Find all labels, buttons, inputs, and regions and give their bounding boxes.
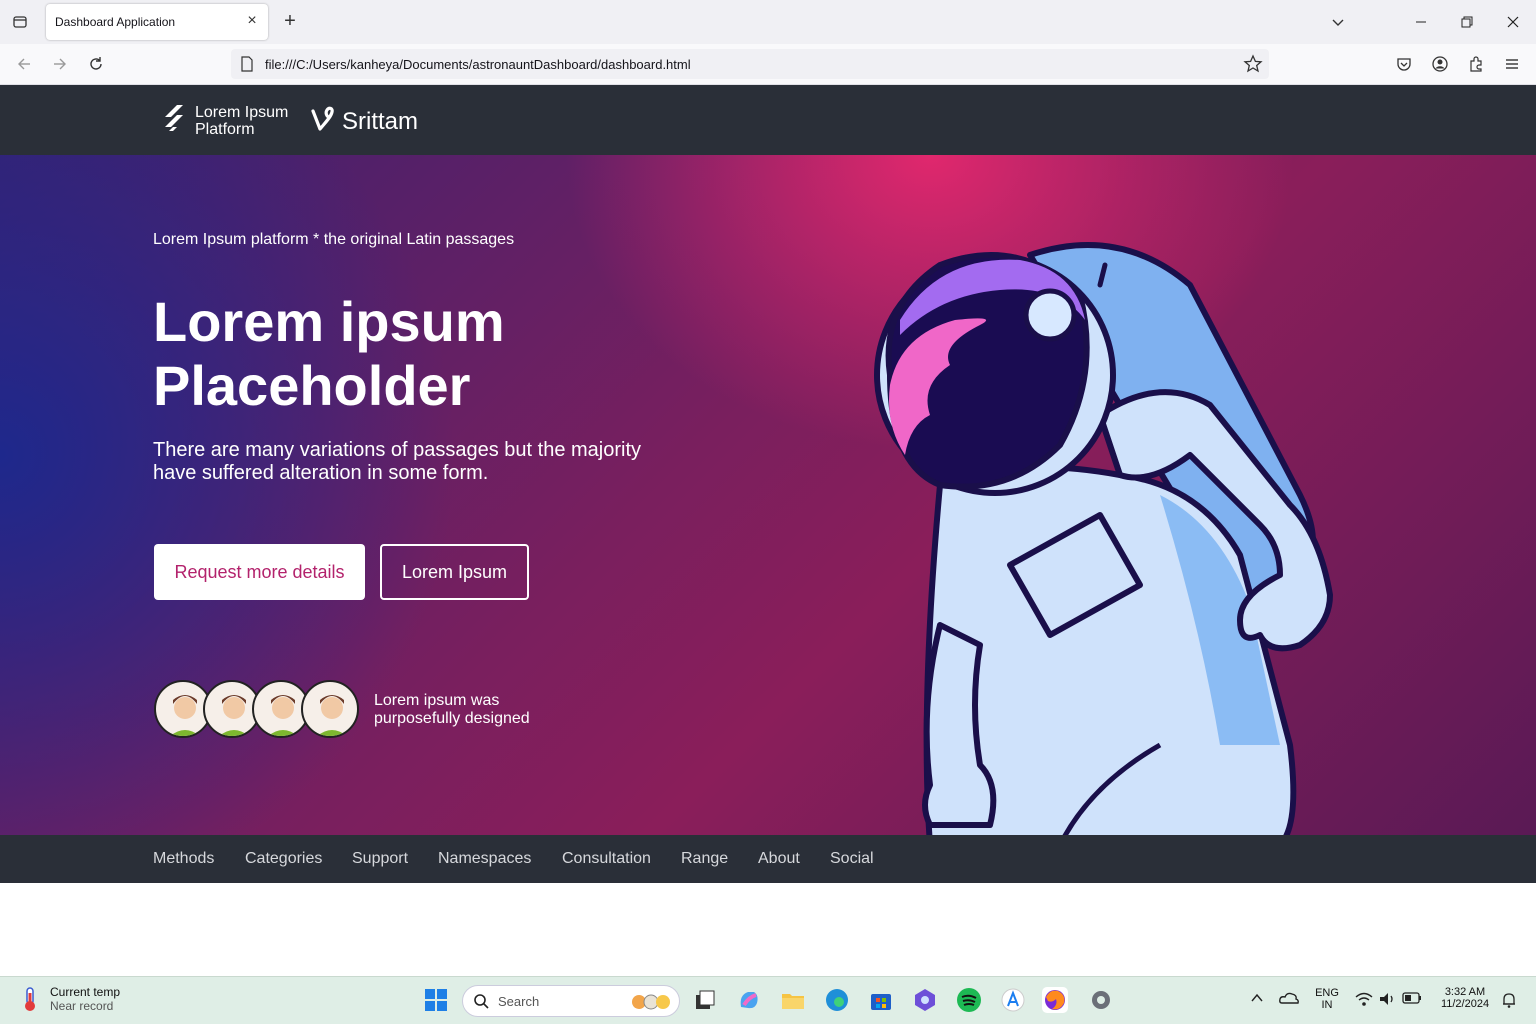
lorem-ipsum-button[interactable]: Lorem Ipsum (380, 544, 529, 600)
volume-icon[interactable] (1378, 991, 1398, 1009)
srittam-logo-icon (310, 105, 336, 138)
app-store-icon[interactable] (1000, 987, 1026, 1013)
nav-link-social[interactable]: Social (830, 850, 874, 868)
minimize-icon[interactable] (1409, 10, 1433, 34)
forward-icon[interactable] (48, 52, 72, 76)
nav-link-support[interactable]: Support (352, 850, 408, 868)
page-icon (240, 56, 254, 77)
nav-link-range[interactable]: Range (681, 850, 728, 868)
account-icon[interactable] (1428, 52, 1452, 76)
weather-widget[interactable]: Current temp Near record (20, 985, 120, 1018)
edge-icon[interactable] (824, 987, 850, 1013)
avatar-caption: Lorem ipsum was purposefully designed (374, 692, 530, 727)
close-window-icon[interactable] (1501, 10, 1525, 34)
chevron-up-icon[interactable] (1248, 989, 1266, 1007)
hero-kicker: Lorem Ipsum platform * the original Lati… (153, 231, 515, 248)
reload-icon[interactable] (84, 52, 108, 76)
nav-link-consultation[interactable]: Consultation (562, 850, 651, 868)
url-text[interactable]: file:///C:/Users/kanheya/Documents/astro… (265, 57, 691, 72)
clipchamp-icon[interactable] (912, 987, 938, 1013)
thermometer-icon (20, 985, 40, 1018)
windows-start-icon[interactable] (423, 987, 449, 1013)
search-highlight-icon (629, 991, 673, 1018)
nav-link-namespaces[interactable]: Namespaces (438, 850, 531, 868)
clock[interactable]: 3:32 AM 11/2/2024 (1432, 986, 1498, 1010)
battery-icon[interactable] (1402, 991, 1424, 1009)
nav-link-methods[interactable]: Methods (153, 850, 214, 868)
site-header: Lorem Ipsum Platform Srittam (0, 85, 1536, 155)
logo-text-srittam: Srittam (342, 107, 419, 135)
avatar (301, 680, 359, 738)
tab-close-icon[interactable]: × (244, 13, 260, 29)
language-bottom: IN (1321, 999, 1333, 1011)
copilot-icon[interactable] (736, 987, 762, 1013)
logo-text: Lorem Ipsum Platform (195, 103, 289, 138)
settings-gear-icon[interactable] (1088, 987, 1114, 1013)
logo-srittam[interactable]: Srittam (310, 105, 418, 138)
pocket-icon[interactable] (1392, 52, 1416, 76)
browser-tab[interactable]: Dashboard Application × (46, 4, 268, 40)
bookmark-star-icon[interactable] (1243, 54, 1263, 79)
taskbar-search[interactable]: Search (462, 985, 680, 1017)
firefox-icon[interactable] (1042, 987, 1068, 1013)
weather-subtitle: Near record (50, 999, 114, 1013)
footer-nav: Methods Categories Support Namespaces Co… (0, 835, 1536, 883)
astronaut-illustration (874, 242, 1333, 835)
restore-icon[interactable] (1455, 10, 1479, 34)
request-details-button[interactable]: Request more details (154, 544, 365, 600)
weather-title: Current temp (50, 985, 121, 999)
new-tab-icon[interactable]: + (280, 11, 300, 32)
logo-lorem-ipsum-platform[interactable]: Lorem Ipsum Platform (163, 103, 295, 138)
windows-taskbar: Current temp Near record Search ENG IN 3… (0, 976, 1536, 1024)
platform-logo-icon (163, 103, 187, 138)
tab-list-icon[interactable] (10, 12, 30, 32)
list-all-tabs-icon[interactable] (1326, 10, 1350, 34)
file-explorer-icon[interactable] (780, 987, 806, 1013)
menu-icon[interactable] (1500, 52, 1524, 76)
hero-section: Lorem Ipsum platform * the original Lati… (0, 155, 1536, 835)
onedrive-icon[interactable] (1278, 989, 1300, 1009)
browser-tab-bar: Dashboard Application × + (0, 0, 1536, 44)
nav-link-about[interactable]: About (758, 850, 800, 868)
microsoft-store-icon[interactable] (868, 987, 894, 1013)
back-icon[interactable] (12, 52, 36, 76)
hero-title: Lorem ipsum Placeholder (153, 290, 505, 417)
extensions-icon[interactable] (1464, 52, 1488, 76)
clock-date: 11/2/2024 (1440, 998, 1490, 1010)
task-view-icon[interactable] (692, 987, 718, 1013)
url-bar[interactable]: file:///C:/Users/kanheya/Documents/astro… (231, 49, 1269, 79)
search-placeholder: Search (498, 994, 540, 1009)
search-icon (473, 993, 489, 1014)
tab-title: Dashboard Application (55, 15, 176, 29)
language-indicator[interactable]: ENG IN (1312, 987, 1342, 1011)
nav-link-categories[interactable]: Categories (245, 850, 322, 868)
clock-time: 3:32 AM (1444, 986, 1486, 998)
hero-subtitle: There are many variations of passages bu… (153, 439, 642, 484)
browser-nav-bar: file:///C:/Users/kanheya/Documents/astro… (0, 44, 1536, 85)
spotify-icon[interactable] (956, 987, 982, 1013)
wifi-icon[interactable] (1354, 991, 1374, 1009)
notification-bell-icon[interactable] (1500, 991, 1518, 1009)
language-top: ENG (1315, 987, 1339, 999)
